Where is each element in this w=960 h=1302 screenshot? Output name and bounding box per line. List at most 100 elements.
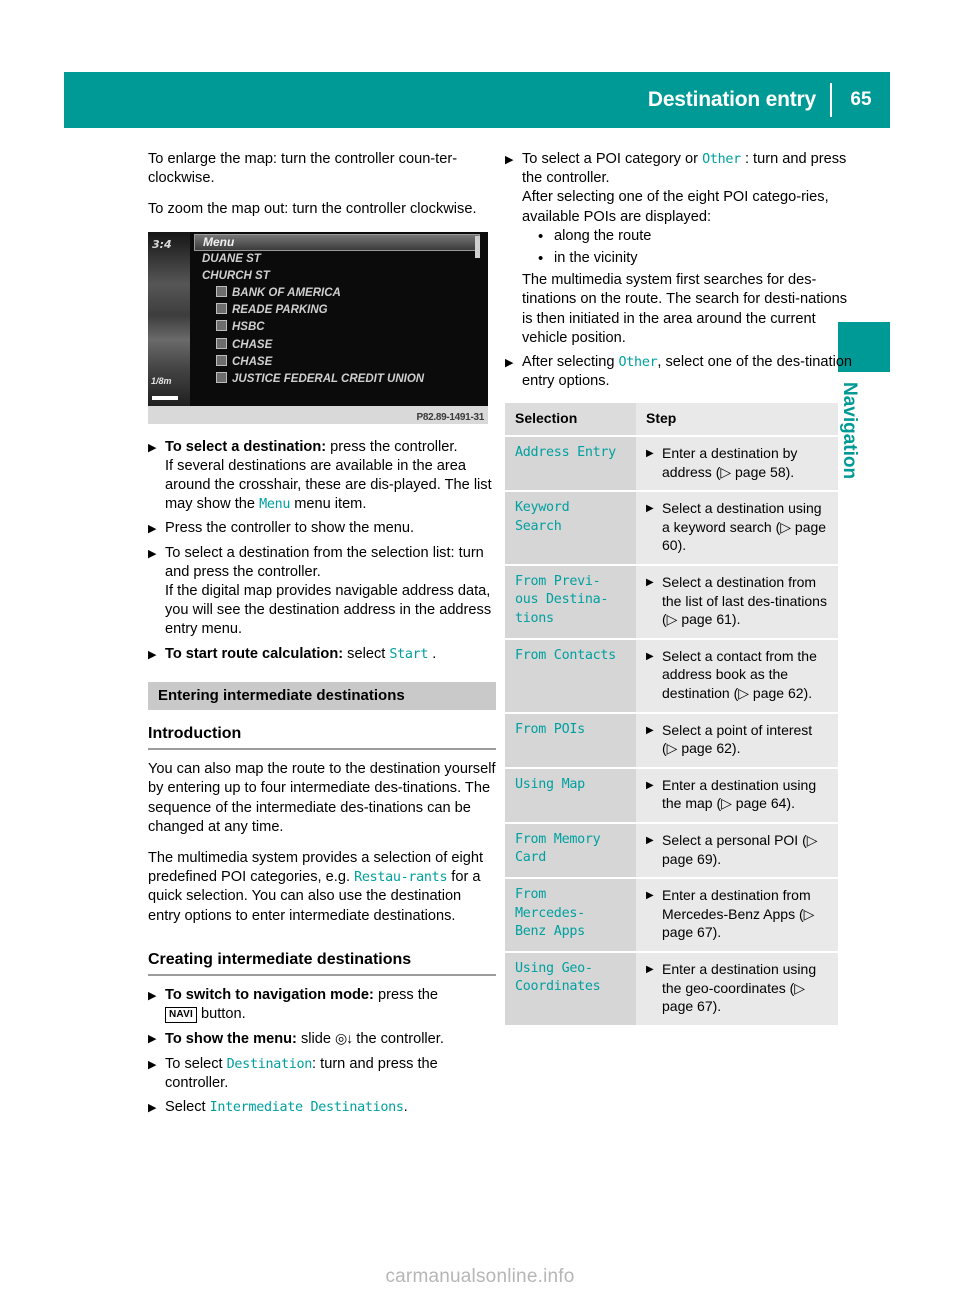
table-cell-selection[interactable]: From Memory Card (505, 822, 636, 880)
list-item: BANK OF AMERICA (194, 285, 480, 302)
option-label: Using Map (515, 776, 585, 792)
bullet-in-vicinity: in the vicinity (522, 249, 853, 268)
table-cell-step: Select a personal POI (▷ page 69). (636, 822, 838, 880)
other-menu-reference: Other (618, 355, 658, 371)
left-column: To enlarge the map: turn the controller … (148, 150, 496, 1122)
table-row: Address Entry Enter a destination by add… (505, 436, 838, 493)
other-menu-reference: Other (702, 152, 741, 167)
start-menu-reference: Start (389, 646, 429, 662)
table-cell-step: Enter a destination by address (▷ page 5… (636, 436, 838, 493)
step-label-bold: To select a destination: (165, 438, 327, 455)
list-item: CHASE (194, 337, 480, 354)
step-label-bold: To start route calculation: (165, 645, 344, 662)
navigation-screenshot: 3:4 1/8m Menu DUANE ST CHURCH ST BANK OF… (148, 231, 488, 406)
table-cell-selection[interactable]: Using Geo- Coordinates (505, 951, 636, 1027)
step-description: Enter a destination from Mercedes-Benz A… (646, 886, 830, 942)
step-description: Select a contact from the address book a… (646, 647, 830, 703)
table-cell-selection[interactable]: From POIs (505, 712, 636, 769)
step-start-route-calculation: To start route calculation: select Start… (148, 645, 496, 665)
list-item-label: CHASE (232, 338, 273, 351)
step-label-rest: press the (373, 987, 439, 1004)
table-cell-selection[interactable]: Address Entry (505, 436, 636, 493)
list-item: DUANE ST (202, 252, 261, 265)
subsection-heading-introduction: Introduction (148, 724, 496, 751)
table-cell-step: Enter a destination using the map (▷ pag… (636, 767, 838, 824)
step-switch-navigation-mode: To switch to navigation mode: press the … (148, 986, 496, 1024)
option-label: From Previ-ous Destina-tions (515, 574, 609, 626)
step-label-pre: Select (165, 1099, 210, 1116)
table-cell-selection[interactable]: From Contacts (505, 638, 636, 714)
poi-bank-icon (216, 320, 227, 332)
step-label-bold: To show the menu: (165, 1031, 297, 1048)
table-row: From Previ-ous Destina-tions Select a de… (505, 565, 838, 640)
destination-entry-options-table: Selection Step Address Entry Enter a des… (505, 403, 838, 1027)
poi-bank-icon (216, 354, 227, 366)
step-label-rest: To select a destination from the selecti… (165, 544, 484, 580)
step-label-rest: slide (296, 1031, 336, 1048)
step-select-poi-category: To select a POI category or Other : turn… (505, 150, 853, 348)
step-select-destination-menu: To select Destination: turn and press th… (148, 1055, 496, 1093)
step-show-menu: To show the menu: slide ◎↓ the controlle… (148, 1029, 496, 1049)
restaurants-menu-reference: Restau-rants (354, 870, 448, 886)
table-cell-step: Enter a destination using the geo-coordi… (636, 951, 838, 1027)
step-label-tail: the controller. (352, 1031, 444, 1048)
step-label-rest: press the controller. (326, 438, 458, 455)
table-row: From Contacts Select a contact from the … (505, 638, 838, 714)
destination-menu-reference: Destination (226, 1056, 313, 1072)
step-description: Select a point of interest (▷ page 62). (646, 721, 830, 758)
step-description: Select a destination using a keyword sea… (646, 499, 830, 555)
table-cell-step: Select a point of interest (▷ page 62). (636, 712, 838, 769)
table-row: Using Geo-Coordinates Enter a destinatio… (505, 951, 838, 1027)
navi-button-key[interactable]: NAVI (165, 1007, 197, 1024)
table-header-step: Step (636, 403, 838, 438)
option-label: Keyword Search (515, 500, 570, 534)
figure-image-id: P82.89-1491-31 (416, 411, 484, 423)
step-continuation: After selecting one of the eight POI cat… (522, 189, 829, 225)
intermediate-destinations-menu-reference: Intermediate Destinations (209, 1100, 404, 1116)
table-cell-selection[interactable]: Keyword Search (505, 491, 636, 566)
table-row: KeywordSearch Select a destination using… (505, 491, 838, 566)
step-description: Enter a destination using the map (▷ pag… (646, 776, 830, 813)
step-continuation: If the digital map provides navigable ad… (165, 583, 492, 638)
page-header-band: Destination entry 65 (64, 72, 890, 128)
menu-list-item: Menu (194, 233, 480, 251)
navigation-screenshot-figure: 3:4 1/8m Menu DUANE ST CHURCH ST BANK OF… (148, 231, 488, 424)
table-row: Using Map Enter a destination using the … (505, 767, 838, 824)
option-label: Address Entry (515, 445, 616, 461)
option-label: From POIs (515, 721, 585, 737)
step-label-rest: Press the controller to show the menu. (165, 520, 415, 537)
list-item: JUSTICE FEDERAL CREDIT UNION (194, 371, 480, 388)
step-select-intermediate-destinations: Select Intermediate Destinations. (148, 1098, 496, 1118)
table-cell-step: Select a destination from the list of la… (636, 565, 838, 640)
option-label: From Memory Card (515, 831, 601, 866)
table-row: From MemoryCard Select a personal POI (▷… (505, 822, 838, 880)
controller-slide-down-icon: ◎↓ (335, 1030, 353, 1047)
list-item-label: READE PARKING (232, 304, 328, 317)
option-label: From Mercedes- Benz Apps (515, 887, 585, 939)
intro-body-paragraph-2: The multimedia system provides a selecti… (148, 849, 496, 926)
list-item-label: BANK OF AMERICA (232, 287, 341, 300)
table-cell-selection[interactable]: From Previ-ous Destina-tions (505, 565, 636, 640)
subsection-heading-creating: Creating intermediate destinations (148, 950, 496, 977)
step-press-controller: Press the controller to show the menu. (148, 519, 496, 539)
step-select-destination: To select a destination: press the contr… (148, 438, 496, 515)
step-label-pre: After selecting (522, 354, 619, 371)
step-description: Select a personal POI (▷ page 69). (646, 831, 830, 868)
step-continuation-b: menu item. (290, 496, 367, 513)
step-tail-paragraph: The multimedia system first searches for… (522, 272, 848, 346)
table-cell-selection[interactable]: From Mercedes- Benz Apps (505, 878, 636, 953)
page-number: 65 (850, 89, 872, 110)
poi-bank-icon (216, 337, 227, 349)
table-cell-selection[interactable]: Using Map (505, 767, 636, 824)
table-row: FromMercedes-Benz Apps Enter a destinati… (505, 878, 838, 953)
page-title: Destination entry (647, 88, 816, 111)
list-scrollbar[interactable] (475, 235, 480, 258)
clock-label: 3:4 (152, 237, 172, 251)
step-description: Enter a destination using the geo-coordi… (646, 960, 830, 1016)
step-description: Enter a destination by address (▷ page 5… (646, 444, 830, 481)
list-item: CHURCH ST (202, 269, 270, 282)
step-label-rest: select (343, 645, 390, 662)
menu-item-reference: Menu (259, 497, 291, 513)
list-item-label: CHASE (232, 355, 273, 368)
step-continuation: If several destinations are available in… (165, 457, 496, 515)
